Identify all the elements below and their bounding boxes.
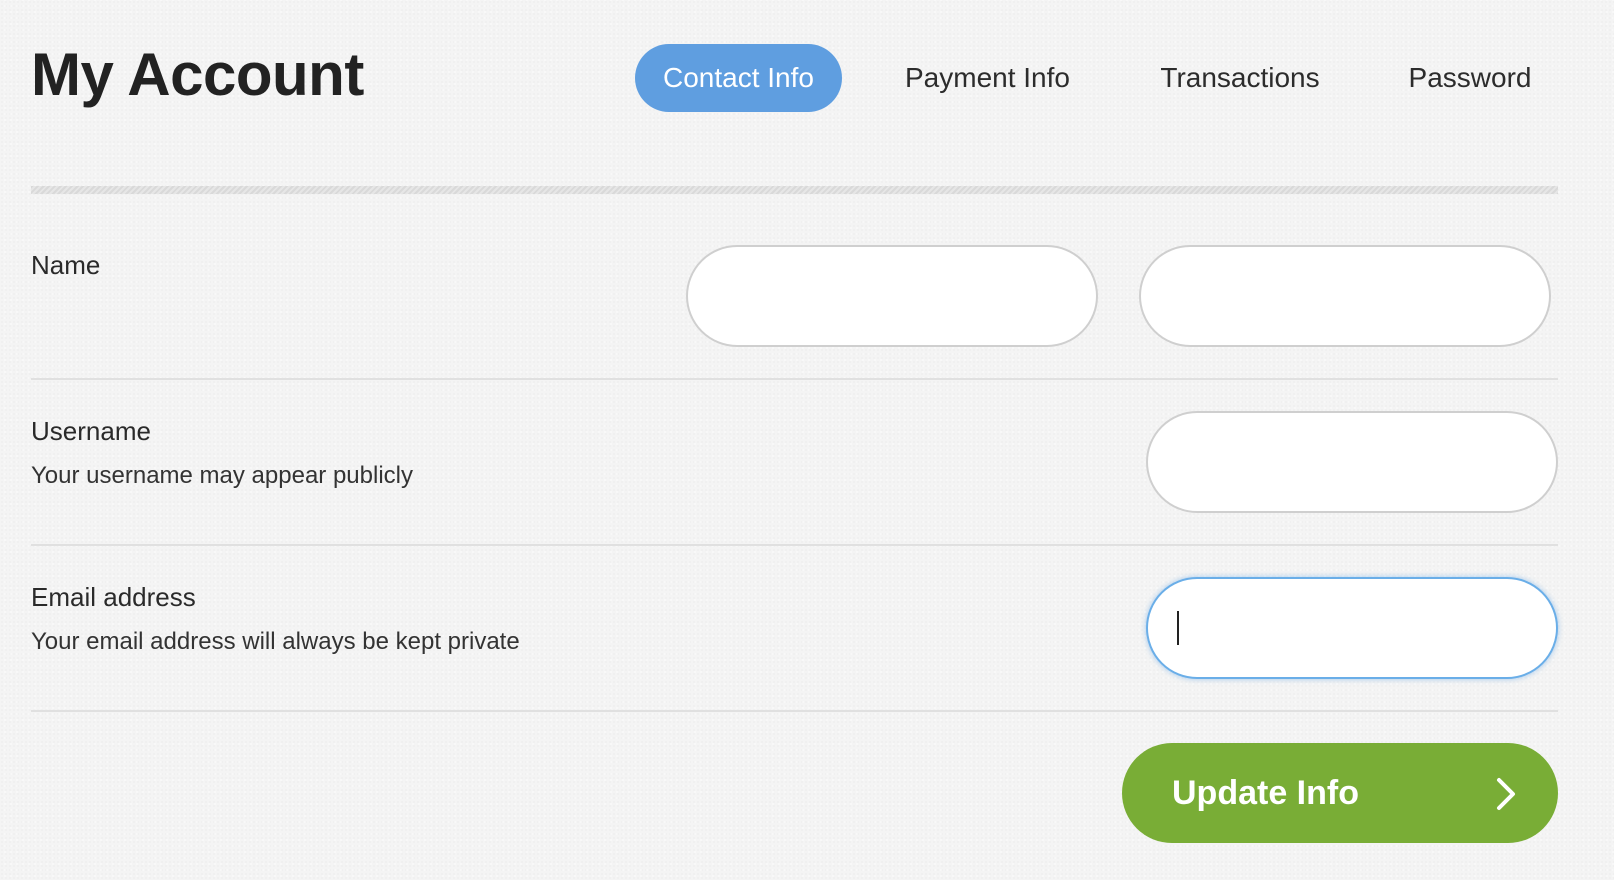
chevron-right-icon — [1497, 778, 1515, 810]
username-input[interactable] — [1146, 411, 1558, 513]
email-input[interactable] — [1146, 577, 1558, 679]
account-tabs: Contact Info Payment Info Transactions P… — [0, 44, 1614, 112]
row-divider — [31, 544, 1558, 546]
update-info-button[interactable]: Update Info — [1122, 743, 1558, 843]
first-name-input[interactable] — [686, 245, 1098, 347]
last-name-input[interactable] — [1139, 245, 1551, 347]
account-page: My Account Contact Info Payment Info Tra… — [0, 0, 1614, 880]
row-divider — [31, 378, 1558, 380]
name-label: Name — [31, 250, 101, 280]
row-divider — [31, 710, 1558, 712]
update-info-label: Update Info — [1172, 774, 1359, 812]
tab-password[interactable]: Password — [1385, 44, 1555, 112]
email-hint: Your email address will always be kept p… — [31, 628, 520, 655]
email-label: Email address — [31, 582, 196, 612]
text-caret — [1177, 611, 1179, 645]
username-hint: Your username may appear publicly — [31, 462, 413, 489]
tab-transactions[interactable]: Transactions — [1140, 44, 1340, 112]
username-label: Username — [31, 416, 151, 446]
header-divider — [31, 186, 1558, 194]
tab-payment-info[interactable]: Payment Info — [880, 44, 1095, 112]
tab-contact-info[interactable]: Contact Info — [635, 44, 842, 112]
